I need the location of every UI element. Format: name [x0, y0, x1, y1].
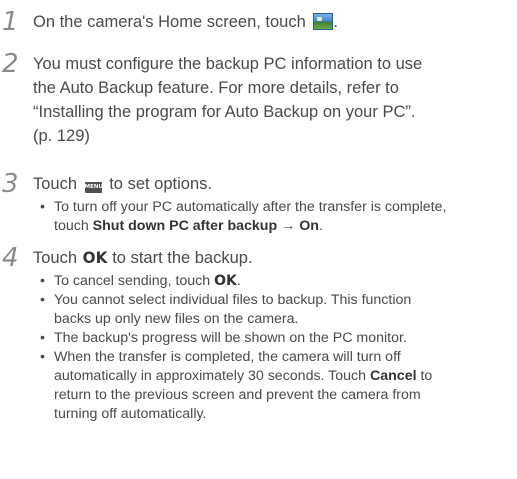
- step-2-line-2: the Auto Backup feature. For more detail…: [33, 79, 399, 97]
- step-number: 2: [2, 49, 19, 79]
- step-4-text-before: Touch: [33, 249, 78, 267]
- list-item: To cancel sending, touch OK.: [40, 272, 510, 291]
- setting-name: Shut down PC after backup: [92, 218, 278, 234]
- step-3-text-after: to set options.: [109, 175, 212, 193]
- menu-icon: MENU: [84, 182, 103, 193]
- list-item: To turn off your PC automatically after …: [40, 198, 510, 236]
- step-number: 1: [2, 7, 19, 37]
- step-text: You must configure the backup PC informa…: [33, 52, 503, 148]
- ok-icon: OK: [214, 273, 237, 289]
- manual-page: 1 On the camera's Home screen, touch . 2…: [0, 0, 517, 479]
- bullet-line: backs up only new files on the camera.: [54, 311, 299, 327]
- bullet-line: return to the previous screen and preven…: [54, 387, 421, 403]
- step-text: Touch OK to start the backup.: [33, 246, 503, 270]
- step-text: Touch MENU to set options.: [33, 172, 503, 196]
- bullet-period: .: [236, 273, 241, 289]
- list-item: When the transfer is completed, the came…: [40, 348, 510, 424]
- step-2-line-3: “Installing the program for Auto Backup …: [33, 103, 416, 121]
- list-item: You cannot select individual files to ba…: [40, 291, 510, 329]
- bullet-line: automatically in approximately 30 second…: [54, 368, 367, 384]
- cancel-label: Cancel: [370, 368, 417, 384]
- step-1-period: .: [333, 13, 338, 31]
- step-4-text-after: to start the backup.: [112, 249, 253, 267]
- step-4-bullets: To cancel sending, touch OK. You cannot …: [40, 272, 510, 424]
- step-text: On the camera's Home screen, touch .: [33, 10, 503, 34]
- bullet-line: To turn off your PC automatically after …: [54, 199, 447, 215]
- step-number: 3: [2, 169, 19, 199]
- step-1-text: On the camera's Home screen, touch: [33, 13, 306, 31]
- bullet-line: To cancel sending, touch: [54, 273, 211, 289]
- step-2-line-1: You must configure the backup PC informa…: [33, 55, 423, 73]
- bullet-line: turning off automatically.: [54, 406, 207, 422]
- home-photo-icon: [313, 13, 334, 30]
- arrow-icon: →: [281, 218, 296, 234]
- step-3-bullets: To turn off your PC automatically after …: [40, 198, 510, 236]
- list-item: The backup's progress will be shown on t…: [40, 329, 510, 348]
- bullet-line: to: [420, 368, 433, 384]
- bullet-line: touch: [54, 218, 89, 234]
- bullet-line: You cannot select individual files to ba…: [54, 292, 412, 308]
- bullet-line: When the transfer is completed, the came…: [54, 349, 401, 365]
- step-number: 4: [2, 243, 19, 273]
- bullet-line: The backup's progress will be shown on t…: [54, 330, 407, 346]
- bullet-period: .: [318, 218, 323, 234]
- setting-value: On: [299, 218, 319, 234]
- step-3-text-before: Touch: [33, 175, 78, 193]
- ok-icon: OK: [82, 248, 107, 267]
- step-2-line-4: (p. 129): [33, 127, 90, 145]
